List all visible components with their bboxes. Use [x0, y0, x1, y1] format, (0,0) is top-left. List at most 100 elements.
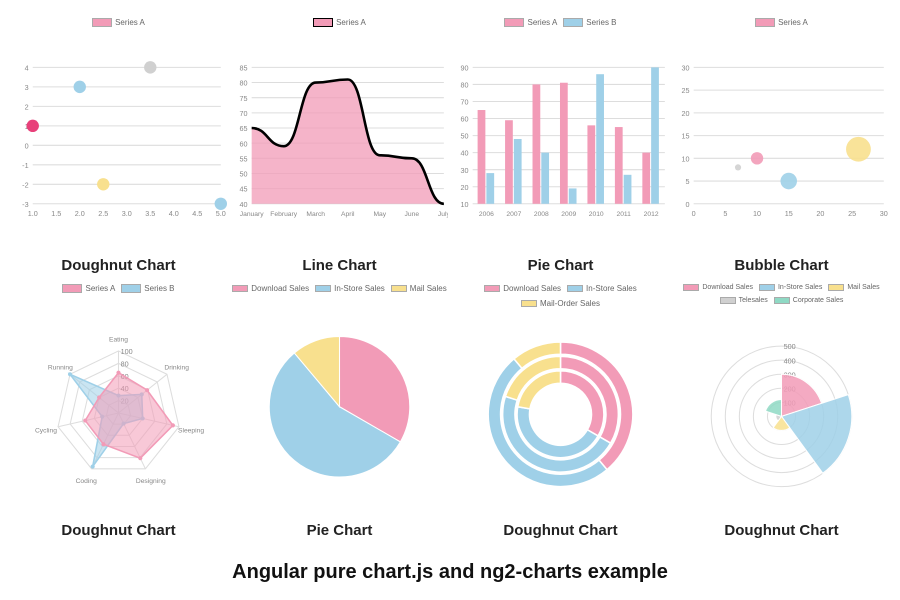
- svg-text:-2: -2: [22, 180, 28, 189]
- svg-text:2.5: 2.5: [98, 209, 108, 218]
- legend-label: Series A: [115, 18, 145, 27]
- svg-text:20: 20: [816, 209, 824, 218]
- svg-text:60: 60: [461, 115, 469, 124]
- legend-label: Download Sales: [702, 284, 753, 291]
- chart-grid: Series A -3-2-1012341.01.52.02.53.03.54.…: [0, 0, 900, 600]
- svg-text:Running: Running: [48, 364, 73, 371]
- bubble-legend: Series A: [755, 18, 808, 27]
- pie-legend: Download SalesIn-Store SalesMail Sales: [232, 284, 446, 293]
- svg-text:80: 80: [461, 81, 469, 90]
- radar-chart: 20406080100EatingDrinkingSleepingDesigni…: [10, 295, 227, 519]
- svg-text:500: 500: [784, 342, 796, 351]
- svg-text:50: 50: [461, 132, 469, 141]
- svg-text:-1: -1: [22, 161, 28, 170]
- legend-label: Series A: [527, 18, 557, 27]
- svg-text:20: 20: [682, 109, 690, 118]
- svg-text:10: 10: [461, 200, 469, 209]
- polar-title: Doughnut Chart: [724, 522, 838, 539]
- legend-label: In-Store Sales: [586, 284, 637, 293]
- svg-text:15: 15: [785, 209, 793, 218]
- svg-text:65: 65: [240, 124, 248, 133]
- bar-title: Pie Chart: [528, 257, 594, 274]
- bar-chart: 1020304050607080902006200720082009201020…: [452, 29, 669, 253]
- scatter-legend: Series A: [92, 18, 145, 27]
- svg-text:Coding: Coding: [76, 478, 98, 485]
- svg-text:May: May: [373, 211, 386, 218]
- radar-legend: Series A Series B: [62, 284, 174, 293]
- scatter-title: Doughnut Chart: [61, 257, 175, 274]
- pie-chart: [231, 295, 448, 519]
- svg-text:0: 0: [686, 200, 690, 209]
- svg-text:15: 15: [682, 132, 690, 141]
- svg-text:55: 55: [240, 154, 248, 163]
- svg-text:5.0: 5.0: [216, 209, 226, 218]
- legend-label: Telesales: [739, 297, 768, 304]
- bubble-cell: Series A 051015202530051015202530 Bubble…: [673, 18, 890, 274]
- svg-text:4.5: 4.5: [192, 209, 202, 218]
- polar-cell: Download SalesIn-Store SalesMail SalesTe…: [673, 284, 890, 540]
- svg-text:2008: 2008: [534, 211, 549, 218]
- legend-label: Series A: [85, 284, 115, 293]
- svg-text:3.0: 3.0: [122, 209, 132, 218]
- svg-text:April: April: [341, 211, 355, 218]
- svg-text:2007: 2007: [506, 211, 521, 218]
- bar-legend: Series A Series B: [504, 18, 616, 27]
- svg-text:10: 10: [682, 154, 690, 163]
- svg-text:2006: 2006: [479, 211, 494, 218]
- svg-text:80: 80: [240, 79, 248, 88]
- svg-text:70: 70: [461, 98, 469, 107]
- svg-text:30: 30: [880, 209, 888, 218]
- svg-text:2010: 2010: [589, 211, 604, 218]
- doughnut-legend: Download SalesIn-Store SalesMail-Order S…: [452, 284, 669, 308]
- legend-label: Series A: [778, 18, 808, 27]
- svg-text:30: 30: [461, 166, 469, 175]
- svg-text:30: 30: [682, 63, 690, 72]
- svg-text:July: July: [438, 211, 448, 218]
- svg-text:90: 90: [461, 63, 469, 72]
- svg-text:85: 85: [240, 63, 248, 72]
- svg-text:January: January: [240, 211, 264, 218]
- svg-text:75: 75: [240, 94, 248, 103]
- legend-label: Series B: [586, 18, 616, 27]
- radar-cell: Series A Series B 20406080100EatingDrinki…: [10, 284, 227, 540]
- page-caption: Angular pure chart.js and ng2-charts exa…: [10, 549, 890, 590]
- svg-text:Sleeping: Sleeping: [178, 427, 204, 434]
- bubble-title: Bubble Chart: [734, 257, 828, 274]
- svg-text:Eating: Eating: [109, 336, 128, 343]
- doughnut-chart: [452, 310, 669, 519]
- svg-text:5: 5: [686, 177, 690, 186]
- svg-text:2009: 2009: [561, 211, 576, 218]
- svg-text:0: 0: [692, 209, 696, 218]
- svg-text:4: 4: [25, 63, 29, 72]
- svg-text:40: 40: [240, 200, 248, 209]
- legend-label: Mail Sales: [847, 284, 879, 291]
- radar-title: Doughnut Chart: [61, 522, 175, 539]
- svg-text:40: 40: [461, 149, 469, 158]
- svg-text:0: 0: [25, 141, 29, 150]
- scatter-cell: Series A -3-2-1012341.01.52.02.53.03.54.…: [10, 18, 227, 274]
- svg-text:February: February: [270, 211, 297, 218]
- svg-text:25: 25: [682, 86, 690, 95]
- svg-text:3.5: 3.5: [145, 209, 155, 218]
- svg-text:4.0: 4.0: [169, 209, 179, 218]
- legend-label: Series B: [144, 284, 174, 293]
- svg-text:50: 50: [240, 170, 248, 179]
- bubble-chart: 051015202530051015202530: [673, 29, 890, 253]
- legend-label: In-Store Sales: [334, 284, 385, 293]
- legend-label: Download Sales: [251, 284, 309, 293]
- svg-text:1.5: 1.5: [51, 209, 61, 218]
- doughnut-title: Doughnut Chart: [503, 522, 617, 539]
- svg-text:2: 2: [25, 102, 29, 111]
- svg-text:June: June: [405, 211, 420, 218]
- svg-text:Cycling: Cycling: [35, 427, 57, 434]
- legend-label: Mail-Order Sales: [540, 299, 600, 308]
- line-title: Line Chart: [302, 257, 376, 274]
- doughnut-cell: Download SalesIn-Store SalesMail-Order S…: [452, 284, 669, 540]
- svg-text:25: 25: [848, 209, 856, 218]
- svg-text:2.0: 2.0: [75, 209, 85, 218]
- legend-label: Corporate Sales: [793, 297, 844, 304]
- svg-text:1.0: 1.0: [28, 209, 38, 218]
- svg-text:5: 5: [723, 209, 727, 218]
- polar-chart: 100200300400500: [673, 306, 890, 519]
- polar-legend: Download SalesIn-Store SalesMail SalesTe…: [673, 284, 890, 304]
